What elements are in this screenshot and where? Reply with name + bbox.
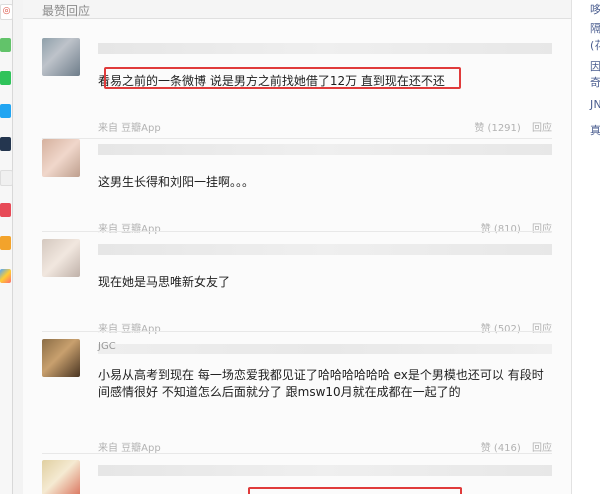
green-app-icon[interactable] xyxy=(0,38,11,52)
weibo-icon[interactable]: ◎ xyxy=(0,4,13,20)
dark-app-icon[interactable] xyxy=(0,137,11,151)
avatar[interactable] xyxy=(42,460,80,494)
section-title: 最赞回应 xyxy=(42,4,91,18)
comment-source: 来自 豆瓣App xyxy=(98,443,161,454)
right-panel-item[interactable]: 奇 xyxy=(590,74,600,90)
right-panel: 哆 隔 (花 因 奇 JN 真 xyxy=(572,0,600,494)
whatsapp-icon[interactable] xyxy=(0,71,11,85)
divider xyxy=(42,453,552,454)
avatar[interactable] xyxy=(42,239,80,277)
username-blur xyxy=(98,344,552,354)
like-count[interactable]: 赞 (502) xyxy=(481,324,521,335)
reply-link[interactable]: 回应 xyxy=(532,324,552,335)
username-blur xyxy=(98,144,552,155)
right-panel-item[interactable]: JN xyxy=(590,98,600,111)
comment-text: 这男生长得和刘阳一挂啊。。。 xyxy=(98,175,255,189)
multi-color-app-icon[interactable] xyxy=(0,269,11,283)
divider xyxy=(42,331,552,332)
right-panel-item[interactable]: 隔 xyxy=(590,20,600,36)
highlight-box xyxy=(248,487,462,494)
avatar[interactable] xyxy=(42,339,80,377)
left-sidebar: ◎ xyxy=(0,0,13,494)
username-blur xyxy=(98,244,552,255)
comment-source: 来自 豆瓣App xyxy=(98,123,161,134)
reply-link[interactable]: 回应 xyxy=(532,123,552,134)
highlight-box xyxy=(104,67,461,89)
comment-source: 来自 豆瓣App xyxy=(98,324,161,335)
comment-item: JGC 小易从高考到现在 每一场恋爱我都见证了哈哈哈哈哈哈 ex是个男模也还可以… xyxy=(42,339,552,454)
comment-actions: 赞 (1291) 回应 xyxy=(466,119,552,134)
blue-app-icon[interactable] xyxy=(0,104,11,118)
comment-text: 小易从高考到现在 每一场恋爱我都见证了哈哈哈哈哈哈 ex是个男模也还可以 有段时… xyxy=(98,368,544,399)
red-app-icon[interactable] xyxy=(0,203,11,217)
orange-app-icon[interactable] xyxy=(0,236,11,250)
comment-item: 看易之前的一条微博 说是男方之前找她借了12万 直到现在还不还 来自 豆瓣App… xyxy=(42,38,552,138)
username-blur xyxy=(98,43,552,54)
avatar[interactable] xyxy=(42,38,80,76)
comment-text: 现在她是马思唯新女友了 xyxy=(98,275,231,289)
username-blur xyxy=(98,465,552,476)
comment-item: 这男生长得和刘阳一挂啊。。。 来自 豆瓣App 赞 (810) 回应 xyxy=(42,139,552,235)
comment-panel: 最赞回应 看易之前的一条微博 说是男方之前找她借了12万 直到现在还不还 来自 … xyxy=(23,0,572,494)
reply-link[interactable]: 回应 xyxy=(532,224,552,235)
comment-source: 来自 豆瓣App xyxy=(98,224,161,235)
like-count[interactable]: 赞 (1291) xyxy=(474,123,520,134)
section-header: 最赞回应 xyxy=(23,0,571,19)
comment-actions: 赞 (416) 回应 xyxy=(473,439,552,454)
like-count[interactable]: 赞 (810) xyxy=(481,224,521,235)
comment-actions: 赞 (810) 回应 xyxy=(473,220,552,235)
right-panel-item[interactable]: (花 xyxy=(590,37,600,53)
divider xyxy=(42,231,552,232)
comment-item: 现在她是马思唯新女友了 来自 豆瓣App 赞 (502) 回应 xyxy=(42,239,552,335)
right-panel-item[interactable]: 哆 xyxy=(590,1,600,17)
right-panel-item[interactable]: 因 xyxy=(590,58,600,74)
comment-name-prefix: JGC xyxy=(98,341,116,352)
right-panel-item[interactable]: 真 xyxy=(590,122,600,138)
comment-item xyxy=(42,460,552,494)
comment-actions: 赞 (502) 回应 xyxy=(473,320,552,335)
white-app-icon[interactable] xyxy=(0,170,13,186)
avatar[interactable] xyxy=(42,139,80,177)
